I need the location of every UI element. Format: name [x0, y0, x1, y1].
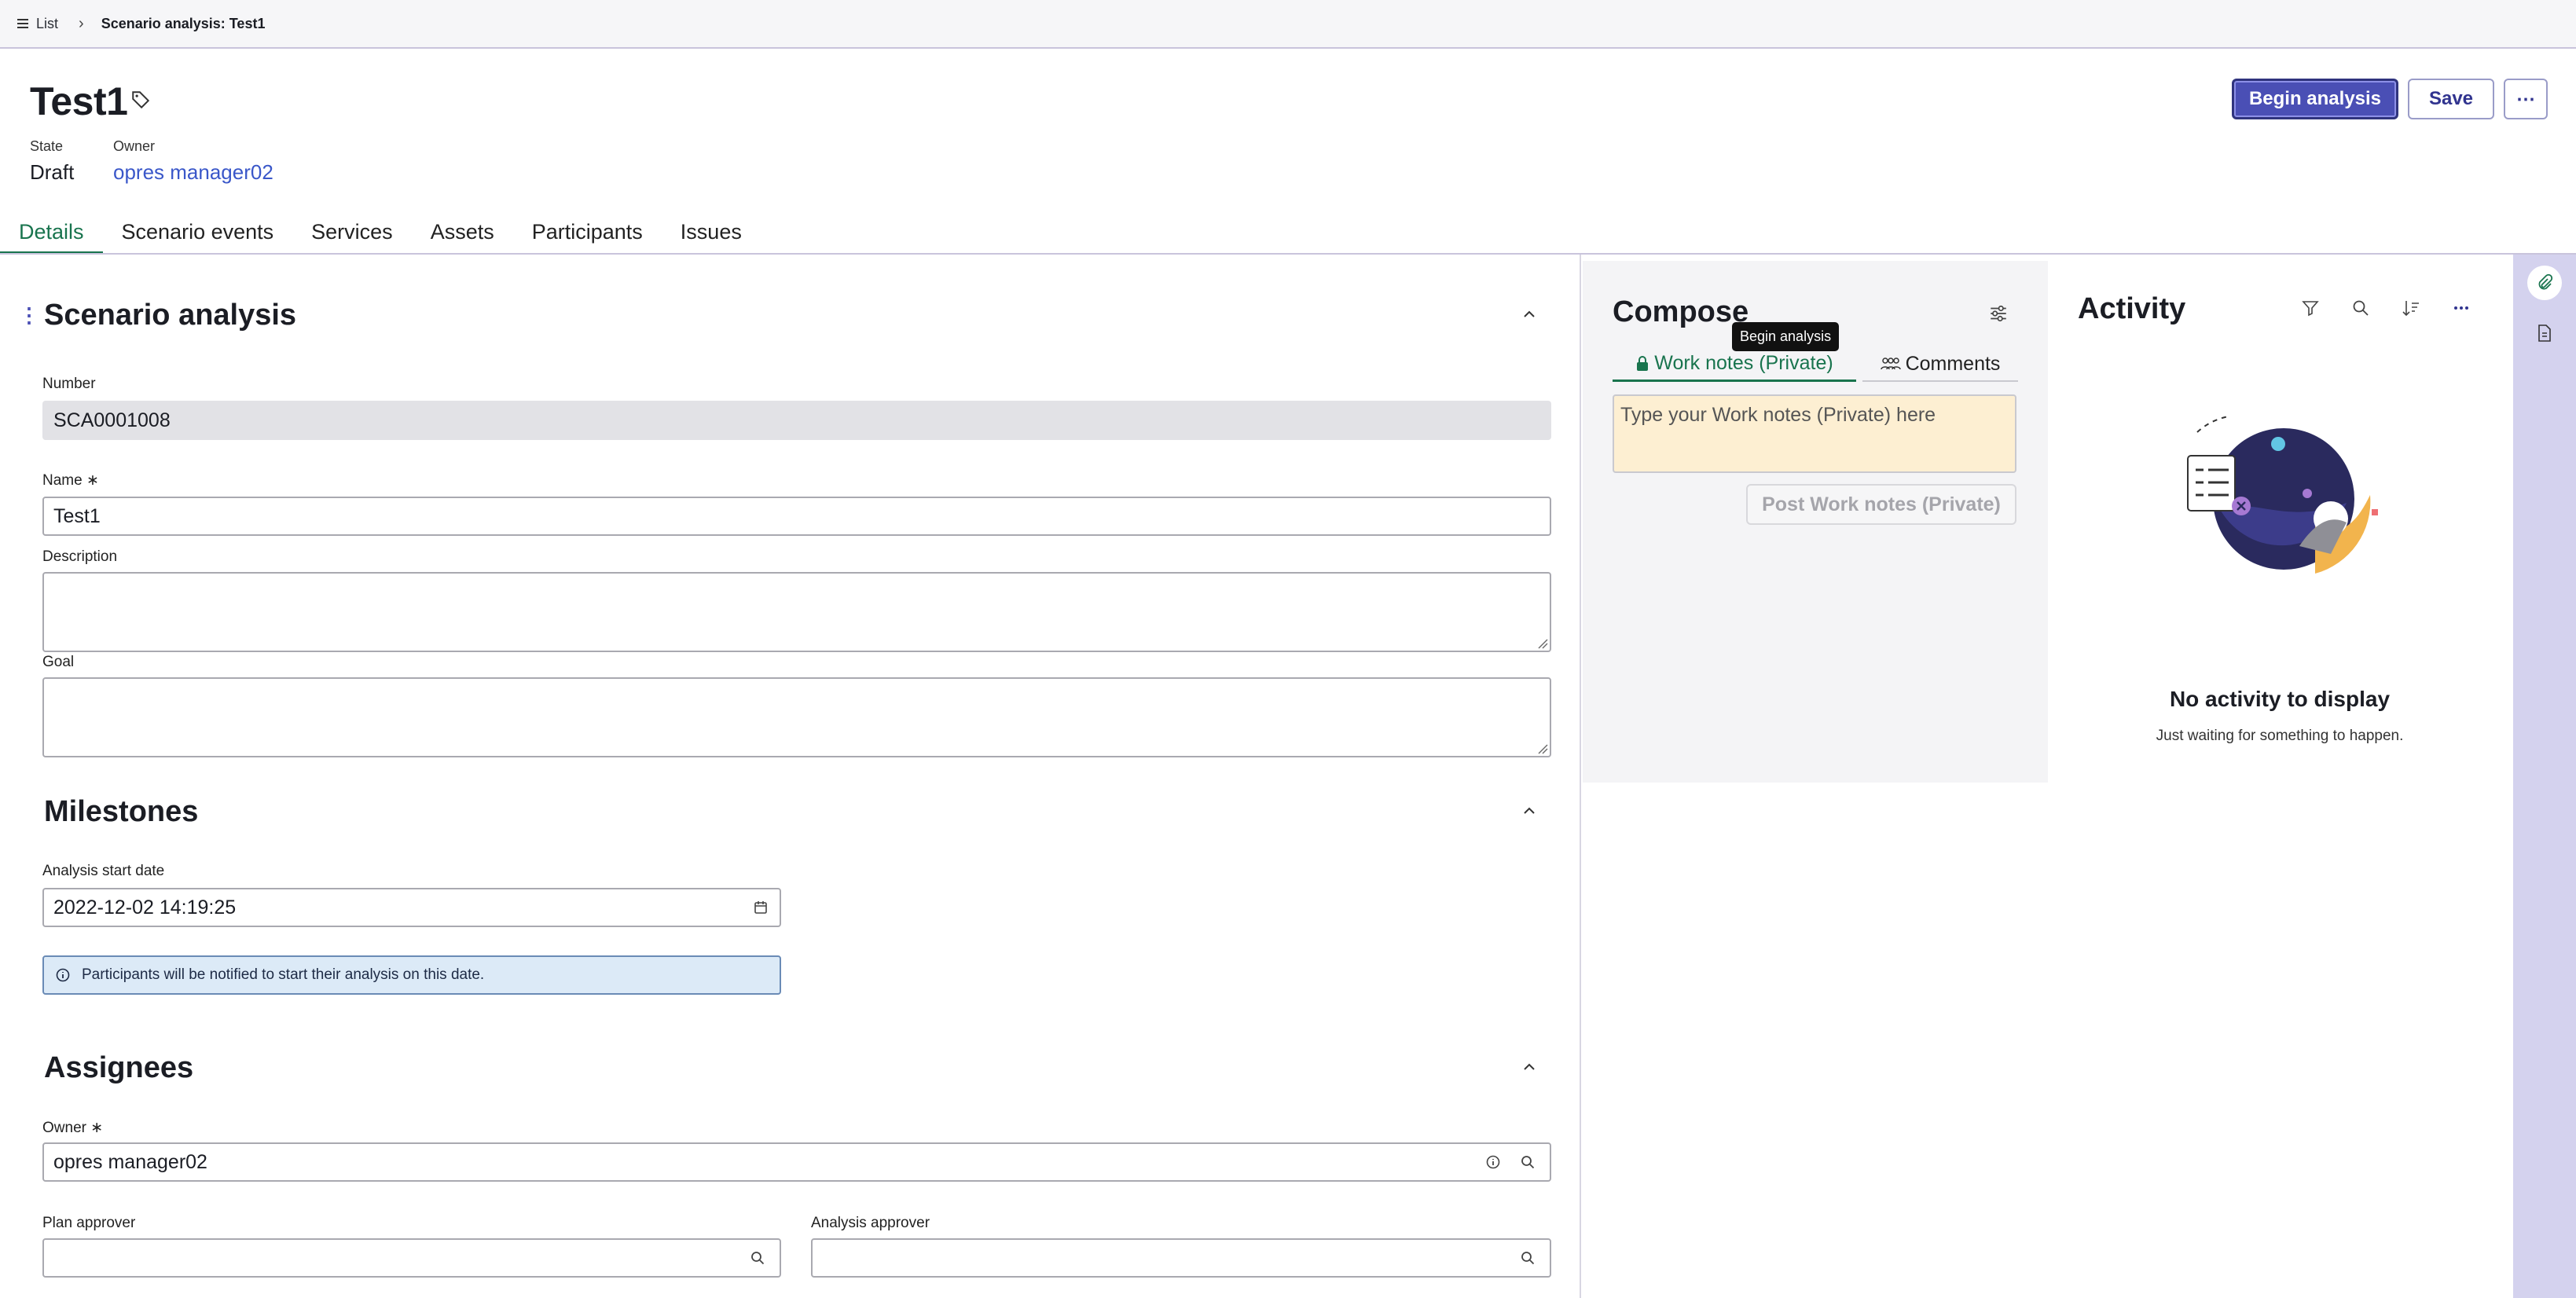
page-title: Test1 — [30, 79, 128, 123]
analysis-start-date-field[interactable]: 2022-12-02 14:19:25 — [42, 888, 781, 927]
chevron-up-icon[interactable] — [1521, 803, 1537, 819]
section-title-scenario-analysis: Scenario analysis — [44, 299, 297, 332]
tab-assets[interactable]: Assets — [412, 212, 513, 255]
search-icon[interactable] — [1520, 1250, 1536, 1266]
drag-handle-icon[interactable]: ⋮ — [19, 303, 39, 328]
sort-icon[interactable] — [2402, 299, 2420, 317]
analysis-start-date-label: Analysis start date — [42, 863, 165, 879]
begin-analysis-button[interactable]: Begin analysis — [2232, 79, 2398, 119]
filter-icon[interactable] — [2301, 299, 2320, 317]
breadcrumb-list-link[interactable]: List — [17, 16, 58, 32]
activity-title: Activity — [2078, 292, 2186, 325]
work-notes-input[interactable]: Type your Work notes (Private) here — [1613, 394, 2016, 473]
tag-icon[interactable] — [130, 90, 151, 110]
description-field[interactable] — [42, 572, 1551, 652]
search-icon[interactable] — [2351, 299, 2370, 317]
save-button[interactable]: Save — [2408, 79, 2494, 119]
required-icon: ∗ — [90, 1120, 104, 1136]
owner-link[interactable]: opres manager02 — [113, 160, 273, 185]
resize-handle-icon[interactable] — [1537, 743, 1548, 754]
search-icon[interactable] — [1520, 1154, 1536, 1170]
tab-participants[interactable]: Participants — [513, 212, 662, 255]
assignee-owner-label: Owner ∗ — [42, 1120, 104, 1136]
tab-comments[interactable]: Comments — [1862, 347, 2018, 382]
empty-state-subtitle: Just waiting for something to happen. — [2156, 728, 2404, 744]
document-button[interactable] — [2527, 316, 2562, 350]
empty-state-title: No activity to display — [2169, 687, 2391, 711]
tab-comments-label: Comments — [1905, 352, 2001, 375]
info-message-text: Participants will be notified to start t… — [82, 966, 485, 983]
more-icon[interactable] — [2452, 299, 2471, 317]
breadcrumb-current: Scenario analysis: Test1 — [101, 15, 266, 31]
people-icon — [1880, 358, 1901, 370]
tab-work-notes-label: Work notes (Private) — [1654, 352, 1833, 374]
list-icon — [17, 19, 28, 28]
analysis-start-date-value: 2022-12-02 14:19:25 — [53, 896, 237, 918]
analysis-approver-field[interactable] — [811, 1238, 1551, 1278]
chevron-right-icon: › — [79, 14, 84, 32]
right-rail — [2513, 255, 2576, 1298]
chevron-up-icon[interactable] — [1521, 1059, 1537, 1075]
attachments-button[interactable] — [2527, 266, 2562, 300]
tooltip: Begin analysis — [1732, 322, 1840, 351]
more-actions-button[interactable]: ⋯ — [2504, 79, 2548, 119]
description-label: Description — [42, 548, 118, 565]
owner-field[interactable]: opres manager02 — [42, 1142, 1551, 1182]
search-icon[interactable] — [750, 1250, 765, 1266]
resize-handle-icon[interactable] — [1537, 638, 1548, 649]
calendar-icon[interactable] — [753, 900, 769, 915]
plan-approver-field[interactable] — [42, 1238, 781, 1278]
lock-icon — [1637, 355, 1649, 371]
goal-label: Goal — [42, 654, 75, 670]
required-icon: ∗ — [86, 472, 99, 489]
more-icon: ⋯ — [2516, 88, 2535, 110]
owner-field-value: opres manager02 — [53, 1150, 207, 1173]
document-icon — [2538, 324, 2551, 342]
tab-details[interactable]: Details — [0, 212, 103, 255]
tab-work-notes[interactable]: Work notes (Private) — [1613, 347, 1856, 382]
info-icon — [56, 968, 70, 982]
tab-services[interactable]: Services — [292, 212, 412, 255]
section-title-assignees: Assignees — [44, 1051, 194, 1084]
state-value: Draft — [30, 160, 75, 184]
owner-label: Owner — [113, 138, 156, 154]
number-value: SCA0001008 — [53, 409, 171, 431]
name-value: Test1 — [53, 504, 101, 527]
settings-sliders-icon[interactable] — [1988, 303, 2009, 324]
breadcrumb-list-label[interactable]: List — [36, 16, 58, 32]
compose-title: Compose — [1613, 295, 1749, 328]
number-field: SCA0001008 — [42, 401, 1551, 440]
tab-scenario-events[interactable]: Scenario events — [103, 212, 293, 255]
record-tabs: Details Scenario events Services Assets … — [0, 212, 761, 255]
name-field[interactable]: Test1 — [42, 497, 1551, 536]
info-message: Participants will be notified to start t… — [42, 955, 781, 995]
name-label: Name ∗ — [42, 472, 99, 489]
number-label: Number — [42, 376, 96, 392]
paperclip-icon — [2538, 273, 2553, 290]
tab-issues[interactable]: Issues — [662, 212, 761, 255]
goal-field[interactable] — [42, 677, 1551, 757]
info-icon[interactable] — [1485, 1154, 1501, 1170]
plan-approver-label: Plan approver — [42, 1215, 136, 1231]
section-title-milestones: Milestones — [44, 795, 199, 828]
breadcrumb: List › Scenario analysis: Test1 — [0, 0, 2576, 49]
empty-activity-illustration — [2187, 416, 2378, 574]
analysis-approver-label: Analysis approver — [811, 1215, 930, 1231]
state-label: State — [30, 138, 64, 154]
compose-panel: Compose Work notes (Private) Comments Ty… — [1583, 261, 2048, 783]
post-work-notes-button[interactable]: Post Work notes (Private) — [1746, 484, 2016, 525]
chevron-up-icon[interactable] — [1521, 306, 1537, 322]
